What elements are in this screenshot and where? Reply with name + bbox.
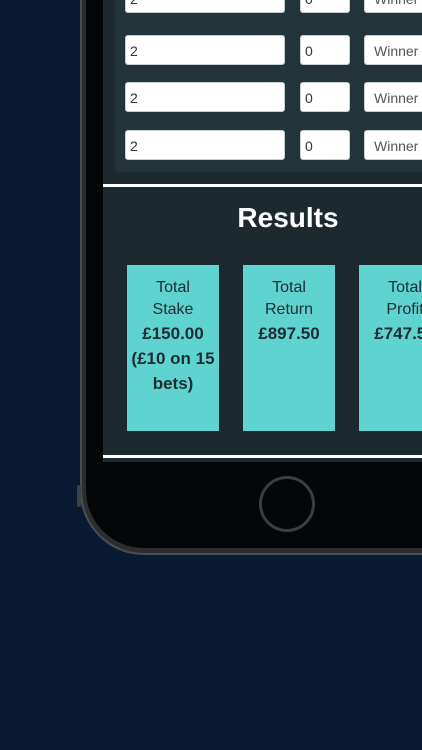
card-label: Total Stake	[152, 279, 194, 318]
section-divider	[103, 455, 422, 458]
phone-side-button	[77, 485, 81, 507]
card-value: £897.50	[258, 324, 320, 343]
home-button[interactable]	[259, 476, 315, 532]
place-input[interactable]: 0	[300, 130, 350, 160]
odds-input[interactable]: 2	[125, 130, 285, 160]
place-input[interactable]: 0	[300, 35, 350, 65]
section-divider	[103, 184, 422, 187]
result-select[interactable]: Winner	[364, 130, 422, 160]
odds-input[interactable]: 2	[125, 35, 285, 65]
total-profit-card: Total Profit £747.50	[359, 265, 422, 431]
total-return-card: Total Return £897.50	[243, 265, 335, 431]
card-label: Total Profit	[386, 279, 422, 318]
card-label: Total Return	[264, 279, 314, 318]
total-stake-card: Total Stake £150.00 (£10 on 15 bets)	[127, 265, 219, 431]
result-select[interactable]: Winner	[364, 82, 422, 112]
place-input[interactable]: 0	[300, 82, 350, 112]
bet-row: 2 0 Winner	[115, 130, 422, 160]
bets-input-panel: 2 0 Winner 2 0 Winner 2 0 Winner 2 0 Win…	[115, 0, 422, 172]
app-store-screenshot: 2 0 Winner 2 0 Winner 2 0 Winner 2 0 Win…	[0, 0, 422, 750]
result-select[interactable]: Winner	[364, 0, 422, 13]
card-value: £747.50	[374, 324, 422, 343]
bet-row: 2 0 Winner	[115, 0, 422, 13]
place-input[interactable]: 0	[300, 0, 350, 13]
results-heading: Results	[237, 202, 339, 233]
odds-input[interactable]: 2	[125, 82, 285, 112]
result-select[interactable]: Winner	[364, 35, 422, 65]
card-value: £150.00 (£10 on 15 bets)	[131, 324, 215, 393]
app-screen: 2 0 Winner 2 0 Winner 2 0 Winner 2 0 Win…	[103, 0, 422, 462]
bet-row: 2 0 Winner	[115, 35, 422, 65]
odds-input[interactable]: 2	[125, 0, 285, 13]
bet-row: 2 0 Winner	[115, 82, 422, 112]
